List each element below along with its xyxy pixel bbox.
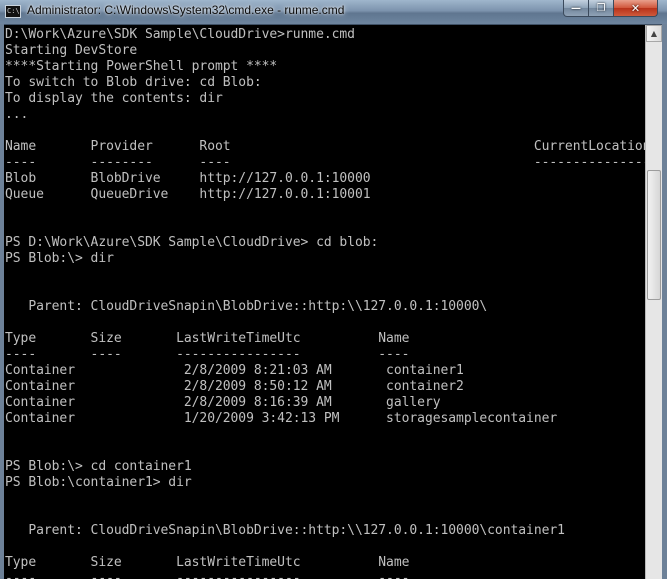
console-line: Container 2/8/2009 8:50:12 AM container2 (5, 379, 464, 394)
console-line: ---- ---- ---------------- ---- (5, 571, 410, 579)
console-line: ---- -------- ---- --------------- (5, 155, 645, 170)
cmd-window: C:\ Administrator: C:\Windows\System32\c… (0, 0, 667, 579)
console-line: Parent: CloudDriveSnapin\BlobDrive::http… (5, 523, 565, 538)
console-line: Type Size LastWriteTimeUtc Name (5, 555, 410, 570)
console-line: PS D:\Work\Azure\SDK Sample\CloudDrive> … (5, 235, 379, 250)
console-output[interactable]: D:\Work\Azure\SDK Sample\CloudDrive>runm… (4, 25, 645, 579)
vertical-scrollbar[interactable]: ▲ (645, 25, 662, 579)
caption-buttons: — ❐ ✕ (563, 0, 658, 17)
close-icon: ✕ (630, 1, 641, 15)
console-line: PS Blob:\container1> dir (5, 475, 192, 490)
console-line: Container 2/8/2009 8:21:03 AM container1 (5, 363, 464, 378)
up-arrow-icon: ▲ (650, 29, 658, 38)
console-line: ---- ---- ---------------- ---- (5, 347, 410, 362)
window-title: Administrator: C:\Windows\System32\cmd.e… (27, 3, 345, 17)
cmd-icon[interactable]: C:\ (5, 5, 21, 18)
console-line: Starting DevStore (5, 43, 138, 58)
minimize-button[interactable]: — (563, 0, 589, 17)
scroll-up-button[interactable]: ▲ (646, 25, 662, 42)
console-line: PS Blob:\> dir (5, 251, 114, 266)
console-line: D:\Work\Azure\SDK Sample\CloudDrive>runm… (5, 27, 355, 42)
console-line: ... (5, 107, 29, 122)
console-line: To display the contents: dir (5, 91, 223, 106)
console-line: PS Blob:\> cd container1 (5, 459, 192, 474)
console-line: Container 1/20/2009 3:42:13 PM storagesa… (5, 411, 558, 426)
console-line: Parent: CloudDriveSnapin\BlobDrive::http… (5, 299, 488, 314)
minimize-icon: — (571, 2, 581, 14)
title-bar[interactable]: C:\ Administrator: C:\Windows\System32\c… (0, 0, 667, 25)
console-line: To switch to Blob drive: cd Blob: (5, 75, 262, 90)
console-text: D:\Work\Azure\SDK Sample\CloudDrive>runm… (4, 25, 645, 579)
scrollbar-thumb[interactable] (647, 170, 661, 300)
console-line: Queue QueueDrive http://127.0.0.1:10001 (5, 187, 371, 202)
console-line: Name Provider Root CurrentLocation (5, 139, 645, 154)
close-button[interactable]: ✕ (614, 0, 658, 17)
console-line: Type Size LastWriteTimeUtc Name (5, 331, 410, 346)
maximize-icon: ❐ (596, 2, 606, 14)
console-line: Blob BlobDrive http://127.0.0.1:10000 (5, 171, 371, 186)
window-frame-right (662, 24, 667, 579)
maximize-button[interactable]: ❐ (589, 0, 614, 17)
console-line: ****Starting PowerShell prompt **** (5, 59, 278, 74)
console-line: Container 2/8/2009 8:16:39 AM gallery (5, 395, 441, 410)
